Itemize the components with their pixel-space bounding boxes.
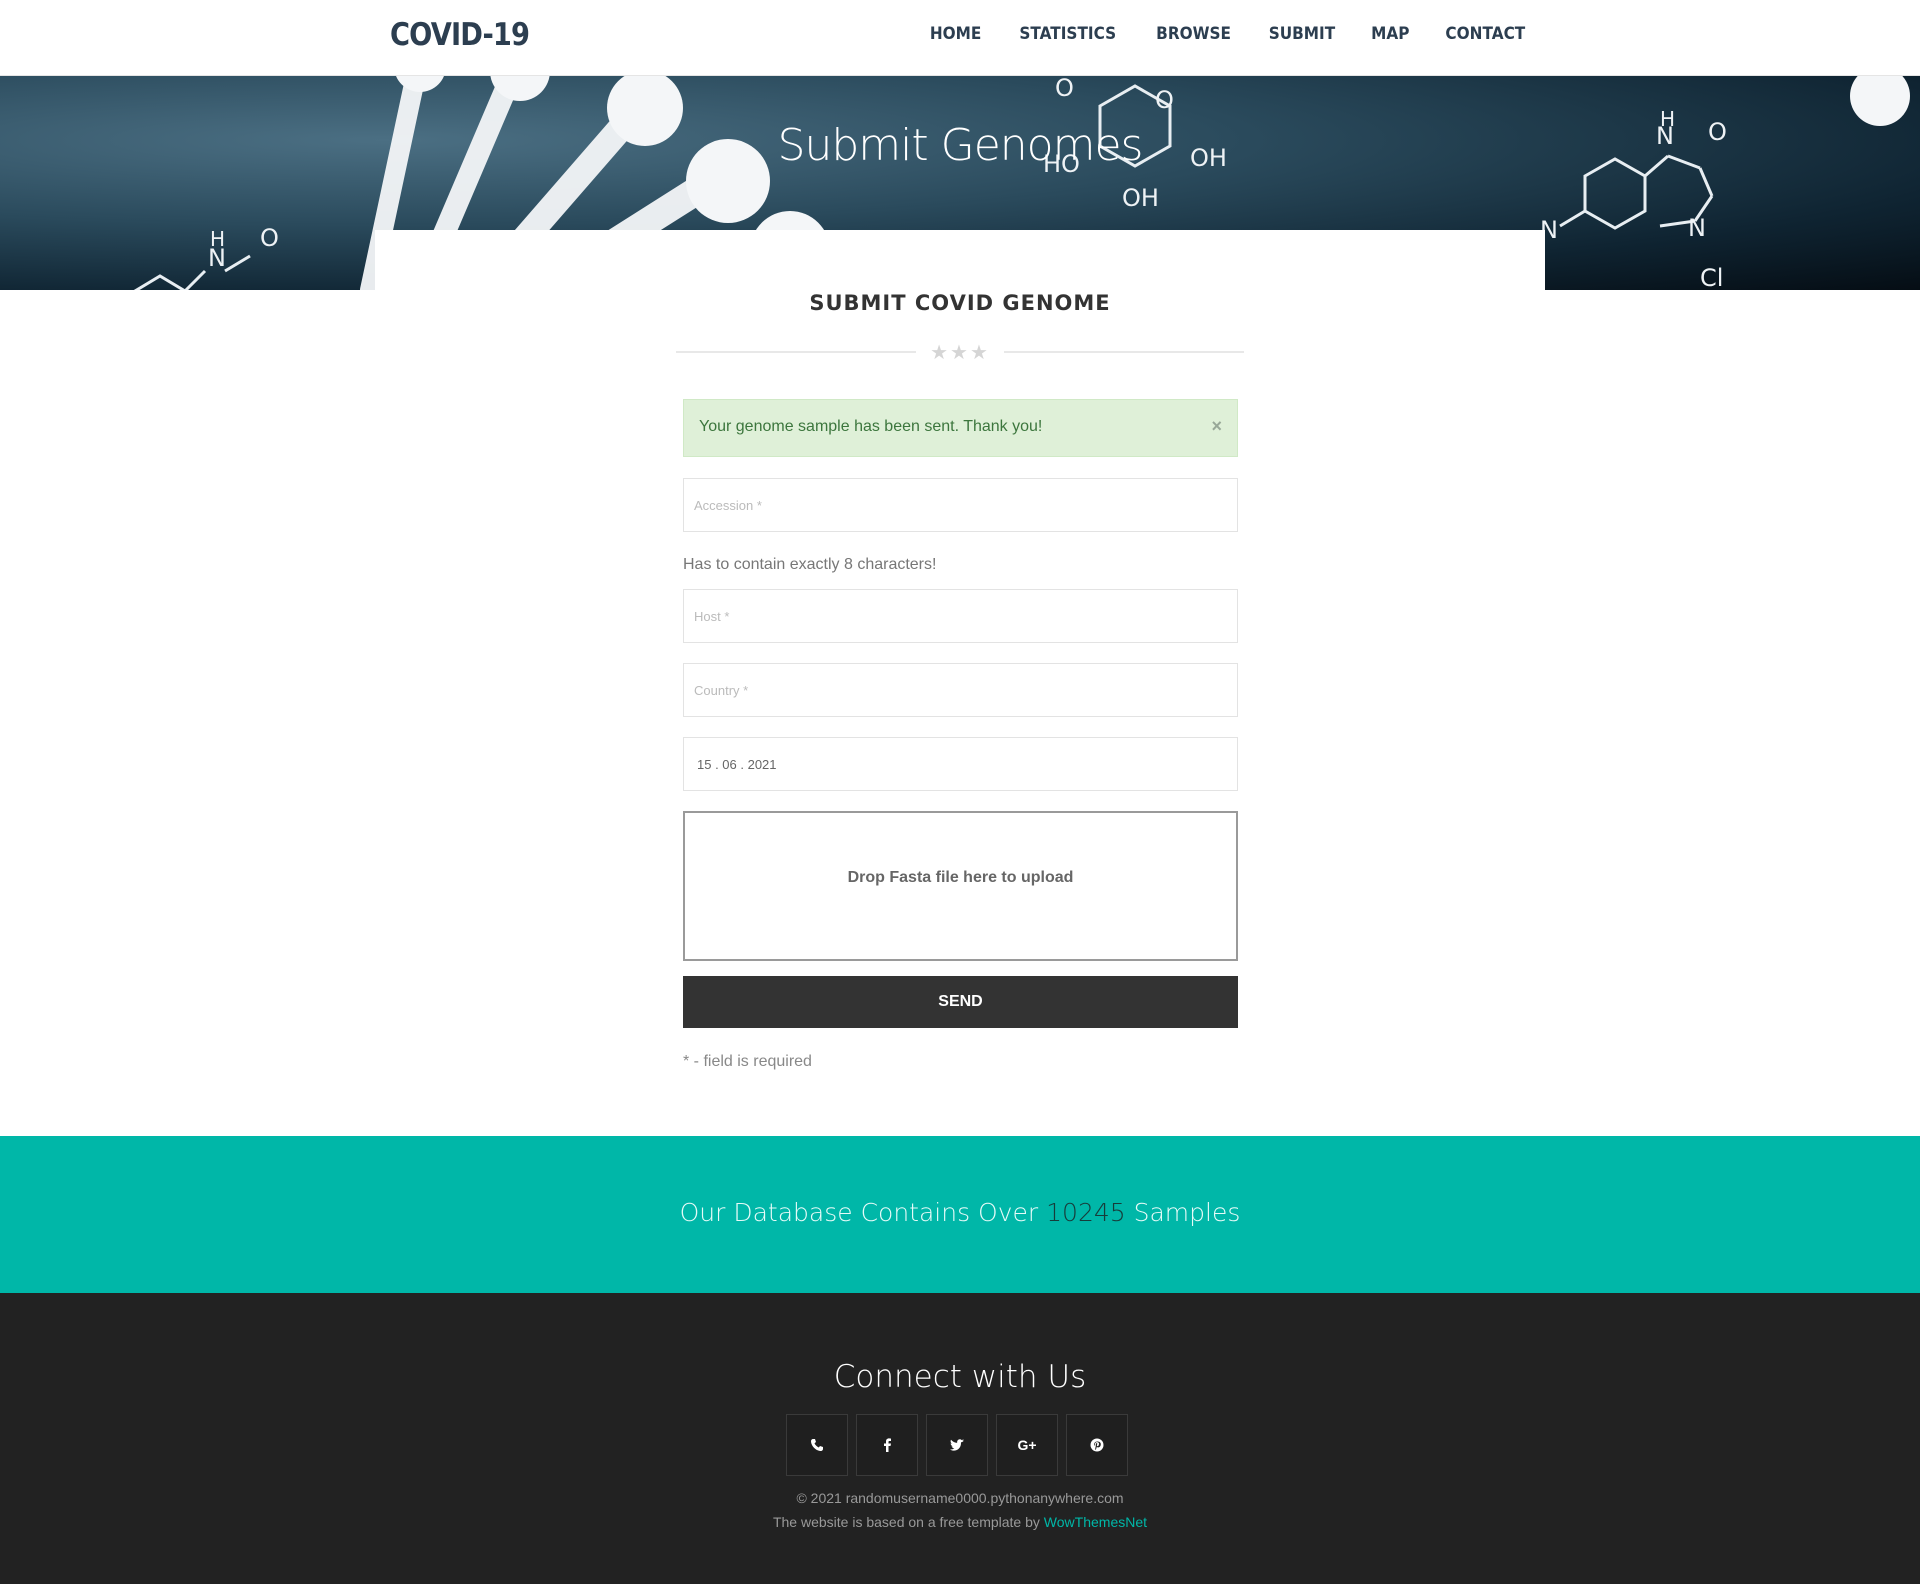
success-alert: Your genome sample has been sent. Thank … bbox=[683, 399, 1238, 457]
svg-text:O: O bbox=[260, 224, 279, 252]
host-input[interactable] bbox=[683, 589, 1238, 643]
svg-text:N: N bbox=[1688, 214, 1706, 242]
form-title: SUBMIT COVID GENOME bbox=[809, 291, 1111, 315]
pinterest-icon[interactable] bbox=[1066, 1414, 1128, 1476]
nav-statistics[interactable]: STATISTICS bbox=[1020, 24, 1117, 44]
copyright: © 2021 randomusername0000.pythonanywhere… bbox=[796, 1490, 1124, 1506]
stats-band: Our Database Contains Over 10245 Samples bbox=[0, 1136, 1920, 1293]
required-note: * - field is required bbox=[683, 1053, 812, 1070]
nav-browse[interactable]: BROWSE bbox=[1156, 24, 1231, 44]
nav-home[interactable]: HOME bbox=[930, 24, 981, 44]
nav-map[interactable]: MAP bbox=[1371, 24, 1409, 44]
date-input[interactable] bbox=[683, 737, 1238, 791]
stats-prefix: Our Database Contains Over bbox=[679, 1198, 1047, 1227]
fasta-dropzone[interactable]: Drop Fasta file here to upload bbox=[683, 811, 1238, 961]
footer-heading: Connect with Us bbox=[833, 1359, 1087, 1395]
credit-link[interactable]: WowThemesNet bbox=[1044, 1514, 1147, 1530]
svg-text:OH: OH bbox=[1122, 184, 1159, 212]
sample-count: 10245 bbox=[1046, 1198, 1126, 1227]
nav-contact[interactable]: CONTACT bbox=[1446, 24, 1526, 44]
credit-text: The website is based on a free template … bbox=[772, 1514, 1044, 1530]
svg-text:O: O bbox=[1055, 76, 1074, 102]
title-divider-right bbox=[1004, 351, 1244, 353]
hero-title: Submit Genomes bbox=[777, 120, 1144, 171]
main-nav: HOME STATISTICS BROWSE SUBMIT MAP CONTAC… bbox=[927, 24, 1530, 44]
credit-line: The website is based on a free template … bbox=[0, 1514, 1920, 1530]
google-plus-icon[interactable]: G+ bbox=[996, 1414, 1058, 1476]
twitter-icon[interactable] bbox=[926, 1414, 988, 1476]
footer: Connect with Us G+ © 2021 randomusername… bbox=[0, 1293, 1920, 1584]
nav-submit[interactable]: SUBMIT bbox=[1269, 24, 1335, 44]
close-icon[interactable]: × bbox=[1211, 416, 1222, 437]
phone-icon[interactable] bbox=[786, 1414, 848, 1476]
navbar: COVID-19 HOME STATISTICS BROWSE SUBMIT M… bbox=[0, 0, 1920, 76]
accession-hint: Has to contain exactly 8 characters! bbox=[683, 556, 937, 573]
star-divider-icon: ★★★ bbox=[930, 342, 990, 364]
brand-logo[interactable]: COVID-19 bbox=[390, 17, 530, 53]
title-divider-left bbox=[676, 351, 916, 353]
facebook-icon[interactable] bbox=[856, 1414, 918, 1476]
alert-message: Your genome sample has been sent. Thank … bbox=[699, 418, 1043, 435]
stats-suffix: Samples bbox=[1125, 1198, 1241, 1227]
social-links: G+ bbox=[786, 1414, 1128, 1476]
stats-text: Our Database Contains Over 10245 Samples bbox=[0, 1198, 1920, 1227]
send-button[interactable]: SEND bbox=[683, 976, 1238, 1028]
dropzone-label: Drop Fasta file here to upload bbox=[847, 869, 1074, 886]
svg-text:Cl: Cl bbox=[1700, 264, 1723, 290]
accession-input[interactable] bbox=[683, 478, 1238, 532]
svg-text:H: H bbox=[210, 227, 225, 251]
country-input[interactable] bbox=[683, 663, 1238, 717]
svg-text:O: O bbox=[1155, 86, 1174, 114]
